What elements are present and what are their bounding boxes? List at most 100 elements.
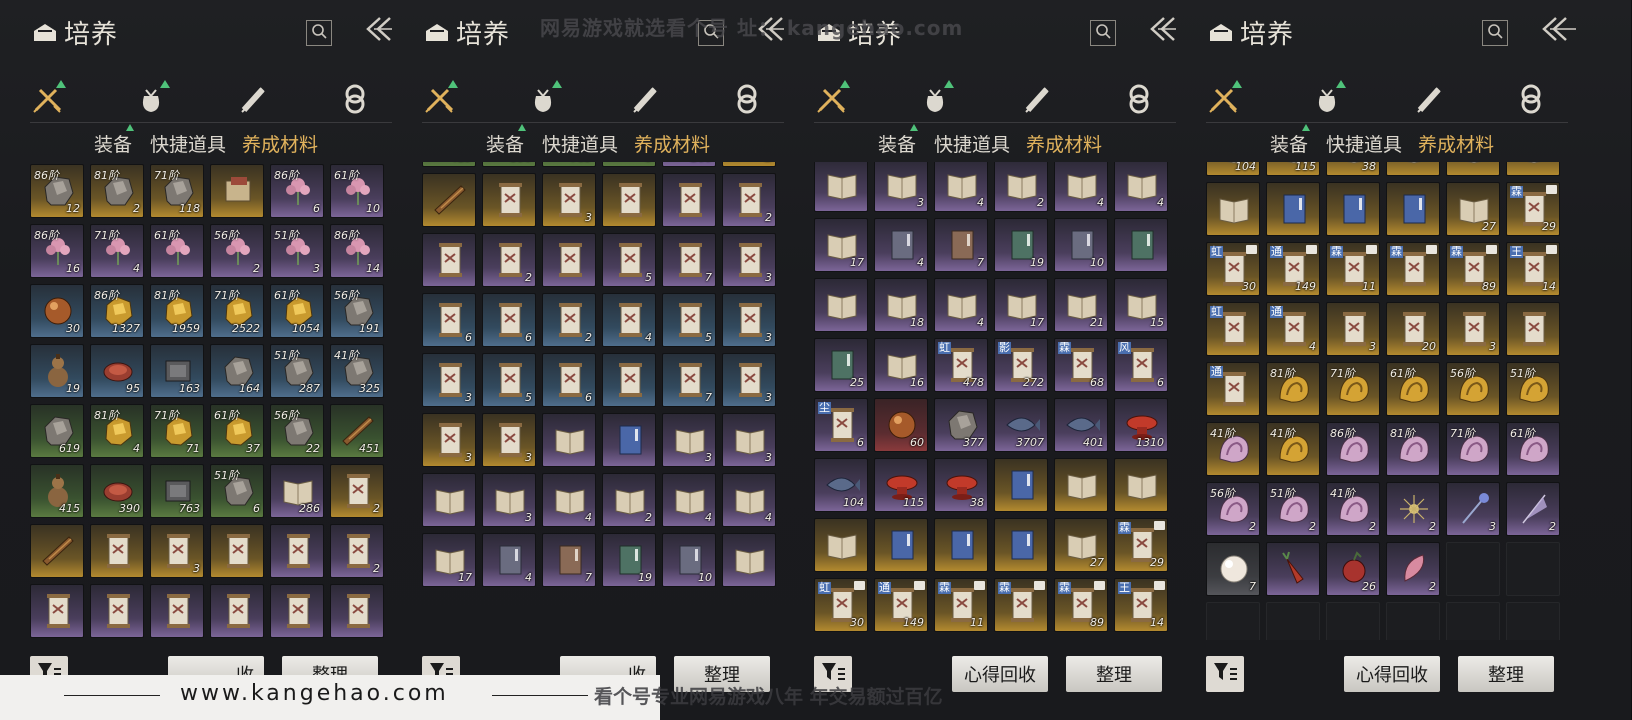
item-slot[interactable]: [270, 524, 324, 578]
item-slot[interactable]: 3: [1326, 302, 1380, 356]
item-slot[interactable]: 王 14: [1506, 242, 1560, 296]
tab-materials[interactable]: 养成材料: [634, 130, 710, 157]
item-slot[interactable]: 1310: [1114, 398, 1168, 452]
item-slot[interactable]: 51阶 2: [1266, 482, 1320, 536]
sort-button[interactable]: 整理: [1458, 656, 1554, 692]
category-coin-stack[interactable]: [338, 84, 372, 118]
item-slot[interactable]: 81阶 4: [90, 404, 144, 458]
item-slot[interactable]: [150, 584, 204, 638]
item-slot[interactable]: 51阶 287: [270, 344, 324, 398]
item-slot[interactable]: 6: [542, 353, 596, 407]
item-slot[interactable]: [542, 413, 596, 467]
item-slot[interactable]: 3: [422, 413, 476, 467]
category-weapon-crossed[interactable]: [814, 84, 848, 118]
item-slot[interactable]: 21: [1054, 278, 1108, 332]
item-slot[interactable]: 56阶: [1446, 362, 1500, 416]
item-slot[interactable]: [994, 518, 1048, 572]
item-slot[interactable]: [814, 162, 868, 212]
item-slot[interactable]: [1446, 162, 1500, 176]
item-slot[interactable]: 763: [150, 464, 204, 518]
item-slot[interactable]: 56阶 2: [210, 224, 264, 278]
item-slot[interactable]: 71阶 2522: [210, 284, 264, 338]
item-slot[interactable]: 164: [210, 344, 264, 398]
category-scroll[interactable]: [628, 84, 662, 118]
item-slot[interactable]: 20: [1386, 302, 1440, 356]
item-slot[interactable]: [1266, 182, 1320, 236]
item-slot[interactable]: 451: [330, 404, 384, 458]
tab-materials[interactable]: 养成材料: [1026, 130, 1102, 157]
category-pouch[interactable]: [918, 84, 952, 118]
item-slot[interactable]: [814, 278, 868, 332]
item-slot[interactable]: 霖 89: [1054, 578, 1108, 632]
category-coin-stack[interactable]: [730, 84, 764, 118]
item-slot[interactable]: 2: [1386, 542, 1440, 596]
item-slot[interactable]: 415: [422, 162, 476, 167]
category-pouch[interactable]: [526, 84, 560, 118]
item-slot[interactable]: 霖 29: [1114, 518, 1168, 572]
item-slot[interactable]: 2: [330, 464, 384, 518]
item-slot[interactable]: 61阶: [150, 224, 204, 278]
item-slot[interactable]: 3: [722, 353, 776, 407]
item-slot[interactable]: 虹 30: [1206, 242, 1260, 296]
item-slot[interactable]: 286: [270, 464, 324, 518]
tab-equipment[interactable]: 装备: [1270, 130, 1308, 157]
item-slot[interactable]: 286: [662, 162, 716, 167]
item-slot[interactable]: [1326, 182, 1380, 236]
item-slot[interactable]: [30, 584, 84, 638]
item-slot[interactable]: 2: [722, 173, 776, 227]
item-slot[interactable]: 4: [722, 473, 776, 527]
item-slot[interactable]: [422, 473, 476, 527]
category-coin-stack[interactable]: [1514, 84, 1548, 118]
category-pouch[interactable]: [134, 84, 168, 118]
item-slot[interactable]: 51阶 6: [210, 464, 264, 518]
item-slot[interactable]: 4: [602, 293, 656, 347]
item-slot[interactable]: 3: [150, 524, 204, 578]
item-slot[interactable]: 390: [90, 464, 144, 518]
item-slot[interactable]: 通4: [1266, 302, 1320, 356]
item-slot[interactable]: [1506, 162, 1560, 176]
item-slot[interactable]: 风6: [1114, 338, 1168, 392]
item-slot[interactable]: 71阶 71: [150, 404, 204, 458]
item-slot[interactable]: 81阶: [1386, 422, 1440, 476]
item-slot[interactable]: 2: [482, 233, 536, 287]
item-slot[interactable]: [1114, 218, 1168, 272]
item-slot[interactable]: 5: [602, 233, 656, 287]
item-slot[interactable]: 61阶 10: [330, 164, 384, 218]
category-scroll[interactable]: [236, 84, 270, 118]
item-slot[interactable]: 81阶: [1266, 362, 1320, 416]
item-slot[interactable]: [482, 173, 536, 227]
item-slot[interactable]: 15: [1114, 278, 1168, 332]
item-slot[interactable]: [602, 353, 656, 407]
item-slot[interactable]: 通 149: [1266, 242, 1320, 296]
category-weapon-crossed[interactable]: [30, 84, 64, 118]
search-button[interactable]: [306, 20, 332, 46]
item-slot[interactable]: 41阶: [1266, 422, 1320, 476]
item-slot[interactable]: [1114, 458, 1168, 512]
item-slot[interactable]: 19: [994, 218, 1048, 272]
item-slot[interactable]: 2: [1506, 482, 1560, 536]
category-weapon-crossed[interactable]: [422, 84, 456, 118]
item-slot[interactable]: 7: [934, 218, 988, 272]
search-button[interactable]: [1482, 20, 1508, 46]
item-slot[interactable]: 4: [542, 473, 596, 527]
item-slot[interactable]: 86阶 12: [30, 164, 84, 218]
item-slot[interactable]: 38: [1326, 162, 1380, 176]
item-slot[interactable]: [1506, 302, 1560, 356]
category-pouch[interactable]: [1310, 84, 1344, 118]
item-slot[interactable]: 56阶 191: [330, 284, 384, 338]
item-slot[interactable]: 17: [994, 278, 1048, 332]
item-slot[interactable]: 71阶: [1446, 422, 1500, 476]
item-slot[interactable]: 3: [482, 473, 536, 527]
item-slot[interactable]: 6: [602, 162, 656, 167]
item-slot[interactable]: 3: [422, 353, 476, 407]
item-slot[interactable]: 4: [1114, 162, 1168, 212]
item-slot[interactable]: 3: [722, 293, 776, 347]
item-slot[interactable]: 17: [422, 533, 476, 587]
tab-materials[interactable]: 养成材料: [1418, 130, 1494, 157]
tab-quick-items[interactable]: 快捷道具: [542, 130, 618, 157]
item-slot[interactable]: 通: [1206, 362, 1260, 416]
item-slot[interactable]: 霖: [1386, 242, 1440, 296]
item-slot[interactable]: 霖 11: [934, 578, 988, 632]
item-slot[interactable]: [1386, 162, 1440, 176]
item-slot[interactable]: 19: [30, 344, 84, 398]
